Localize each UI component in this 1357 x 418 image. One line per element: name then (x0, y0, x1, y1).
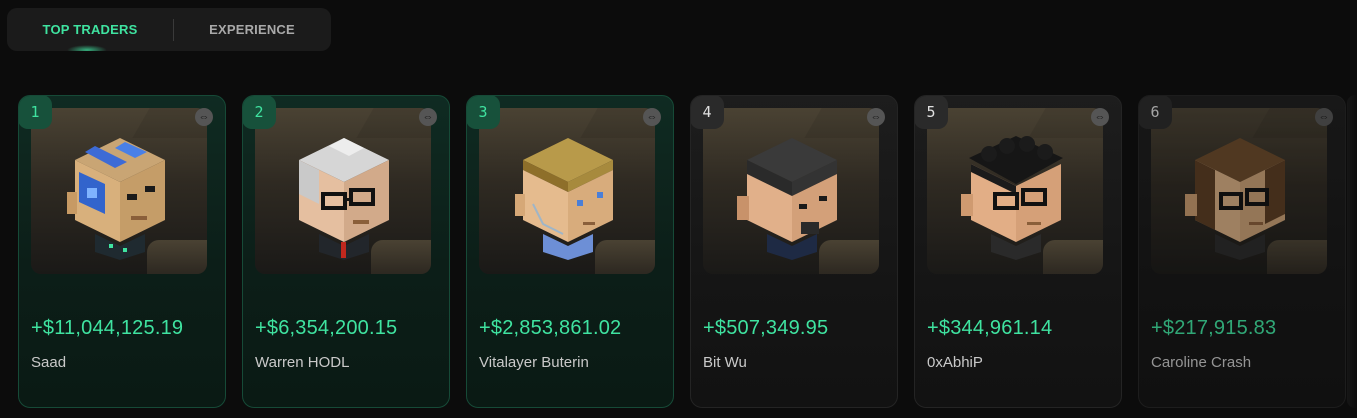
trader-card[interactable]: 5 ⇔ +$344,961.14 0xAbhiP (914, 95, 1122, 408)
voxel-avatar (737, 138, 837, 260)
traders-list: 1 ⇔ +$11,044,125.19 Saad 2 ⇔ +$6,354,200… (7, 84, 1357, 418)
link-icon[interactable]: ⇔ (867, 108, 885, 126)
tab-experience[interactable]: EXPERIENCE (174, 8, 330, 51)
trader-card[interactable]: 3 ⇔ +$2,853,861.02 Vitalayer Buterin (466, 95, 674, 408)
link-icon[interactable]: ⇔ (419, 108, 437, 126)
rank-badge: 6 (1139, 96, 1172, 129)
trader-pnl: +$2,853,861.02 (479, 317, 622, 339)
avatar-frame (255, 108, 431, 274)
link-icon[interactable]: ⇔ (195, 108, 213, 126)
trader-name: Warren HODL (255, 354, 350, 371)
trader-card[interactable]: 6 ⇔ +$217,915.83 Caroline Crash (1138, 95, 1346, 408)
avatar-frame (927, 108, 1103, 274)
link-icon[interactable]: ⇔ (643, 108, 661, 126)
avatar-frame (31, 108, 207, 274)
trader-pnl: +$217,915.83 (1151, 317, 1277, 339)
voxel-avatar (961, 136, 1063, 260)
avatar-frame (1151, 108, 1327, 274)
voxel-avatar (299, 138, 389, 260)
rank-badge: 2 (243, 96, 276, 129)
voxel-avatar (67, 138, 165, 260)
rank-badge: 4 (691, 96, 724, 129)
avatar-frame (479, 108, 655, 274)
trader-pnl: +$11,044,125.19 (31, 317, 184, 339)
voxel-avatar (515, 138, 613, 260)
trader-pnl: +$507,349.95 (703, 317, 829, 339)
trader-name: Saad (31, 354, 67, 371)
leaderboard-tabs: TOP TRADERS EXPERIENCE (7, 8, 331, 51)
trader-name: 0xAbhiP (927, 354, 983, 371)
next-card-peek (1347, 95, 1357, 408)
trader-name: Vitalayer Buterin (479, 354, 589, 371)
trader-name: Caroline Crash (1151, 354, 1252, 371)
trader-card[interactable]: 1 ⇔ +$11,044,125.19 Saad (18, 95, 226, 408)
trader-pnl: +$6,354,200.15 (255, 317, 398, 339)
rank-badge: 1 (19, 96, 52, 129)
trader-name: Bit Wu (703, 354, 747, 371)
trader-pnl: +$344,961.14 (927, 317, 1053, 339)
rank-badge: 5 (915, 96, 948, 129)
link-icon[interactable]: ⇔ (1091, 108, 1109, 126)
link-icon[interactable]: ⇔ (1315, 108, 1333, 126)
tab-top-traders[interactable]: TOP TRADERS (7, 8, 173, 51)
voxel-avatar (1185, 138, 1285, 260)
trader-card[interactable]: 4 ⇔ +$507,349.95 Bit Wu (690, 95, 898, 408)
avatar-frame (703, 108, 879, 274)
trader-card[interactable]: 2 ⇔ +$6,354,200.15 Warren HODL (242, 95, 450, 408)
rank-badge: 3 (467, 96, 500, 129)
